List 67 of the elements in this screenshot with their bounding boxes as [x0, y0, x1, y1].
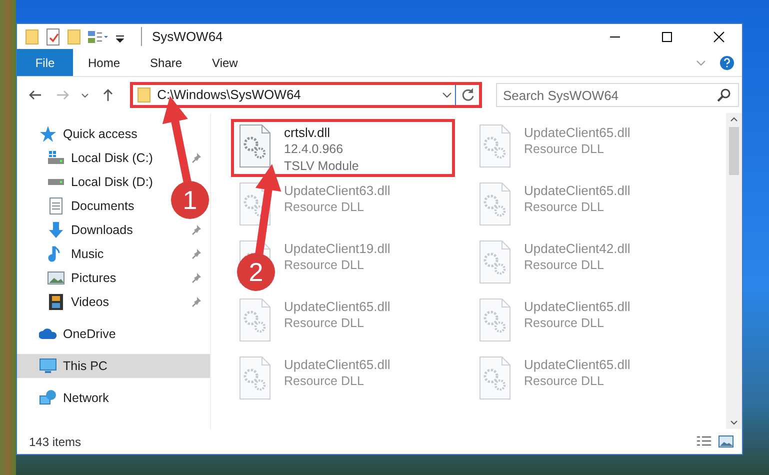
file-detail: Resource DLL — [524, 315, 605, 332]
ribbon-tab[interactable]: Share — [135, 49, 198, 76]
file-name: crtslv.dll — [284, 124, 331, 141]
file-detail: Resource DLL — [284, 199, 365, 216]
file-detail: Resource DLL — [524, 199, 605, 216]
drive-icon — [47, 178, 65, 186]
folder-icon — [137, 86, 152, 104]
file-item[interactable]: crtslv.dll 12.4.0.966 TSLV Module — [231, 119, 455, 177]
details-view-icon[interactable] — [696, 434, 712, 448]
sidebar-item[interactable]: Quick access — [17, 122, 146, 146]
sidebar-item[interactable]: OneDrive — [17, 322, 124, 346]
close-icon[interactable] — [713, 30, 725, 42]
gear-file-icon — [478, 182, 512, 226]
pin-icon[interactable] — [190, 272, 202, 284]
back-arrow-icon[interactable] — [28, 88, 42, 102]
sidebar-item[interactable]: Pictures — [17, 266, 210, 290]
checklist-icon[interactable] — [45, 28, 61, 46]
ribbon-tab[interactable]: View — [197, 49, 253, 76]
sidebar-item[interactable]: Local Disk (D:) — [17, 170, 161, 194]
gear-file-icon — [478, 124, 512, 168]
file-detail: Resource DLL — [284, 373, 365, 390]
sidebar-item[interactable]: Network — [17, 386, 117, 410]
sidebar-item[interactable]: Videos — [17, 290, 210, 314]
scrollbar-thumb[interactable] — [729, 127, 739, 175]
file-detail: Resource DLL — [524, 257, 605, 274]
gear-file-icon — [238, 124, 272, 168]
star-icon — [39, 125, 57, 143]
file-menu-tab[interactable]: File — [17, 49, 73, 76]
step-number-badge: 1 — [171, 181, 209, 219]
pin-icon[interactable] — [190, 152, 202, 164]
ribbon-tab[interactable]: Home — [73, 49, 136, 76]
gear-file-icon — [238, 356, 272, 400]
file-detail: Resource DLL — [284, 257, 365, 274]
pin-icon[interactable] — [190, 224, 202, 236]
address-bar[interactable]: C:\Windows\SysWOW64 — [130, 82, 482, 108]
file-detail: 12.4.0.966 — [284, 141, 344, 158]
pin-icon[interactable] — [190, 248, 202, 260]
pin-icon[interactable] — [190, 296, 202, 308]
file-detail: Resource DLL — [524, 373, 605, 390]
monitor-icon — [39, 357, 57, 375]
address-path: C:\Windows\SysWOW64 — [156, 86, 302, 104]
file-detail: TSLV Module — [284, 158, 359, 175]
file-detail: Resource DLL — [524, 141, 605, 158]
gear-file-icon — [478, 356, 512, 400]
folder-icon — [25, 28, 39, 46]
document-icon — [47, 197, 65, 215]
gear-file-icon — [478, 240, 512, 284]
sidebar-item[interactable]: Music — [17, 242, 210, 266]
film-icon — [47, 293, 65, 311]
maximize-icon[interactable] — [661, 30, 673, 42]
sidebar-item[interactable]: This PC — [17, 354, 210, 378]
sidebar-item[interactable]: Downloads — [17, 218, 210, 242]
network-icon — [39, 389, 57, 407]
window-title: SysWOW64 — [141, 26, 223, 46]
gear-file-icon — [238, 298, 272, 342]
sidebar-item[interactable]: Local Disk (C:) — [17, 146, 210, 170]
large-icons-view-icon[interactable] — [718, 434, 734, 448]
file-detail: Resource DLL — [284, 315, 365, 332]
drive-icon — [47, 149, 65, 167]
picture-icon — [47, 269, 65, 287]
search-field[interactable]: Search SysWOW64 — [496, 83, 739, 107]
item-count: 143 items — [29, 434, 82, 450]
download-arrow-icon — [47, 221, 65, 239]
gear-file-icon — [478, 298, 512, 342]
sidebar-item[interactable]: Documents — [17, 194, 142, 218]
step-number-badge: 2 — [237, 253, 275, 291]
scrollbar[interactable] — [726, 113, 742, 429]
